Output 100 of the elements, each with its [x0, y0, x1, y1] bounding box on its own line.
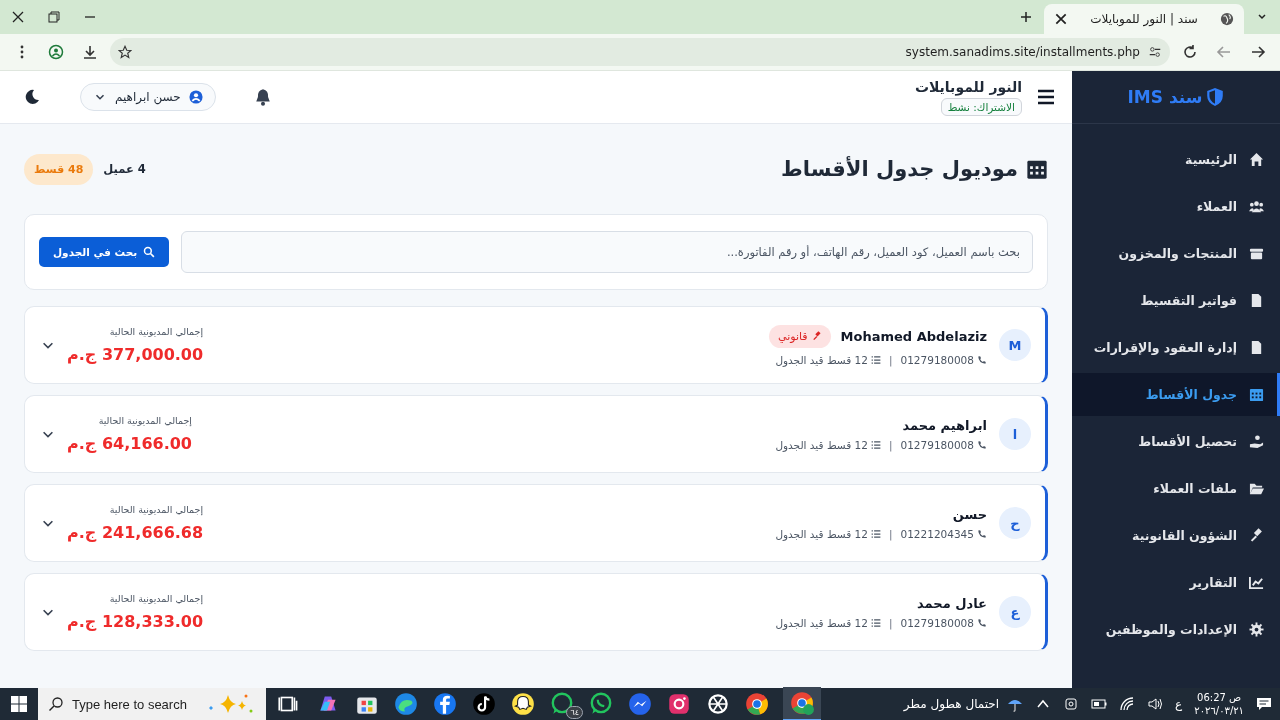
document-icon: [1249, 340, 1264, 355]
avatar: ح: [999, 507, 1031, 539]
user-icon: [188, 90, 203, 104]
sidebar-item[interactable]: الشؤون القانونية: [1072, 514, 1280, 557]
edge-icon[interactable]: [393, 691, 419, 717]
customer-name: عادل محمد: [917, 595, 987, 611]
sidebar-item[interactable]: التقارير: [1072, 561, 1280, 604]
avatar: ع: [999, 596, 1031, 628]
document-icon: [1249, 293, 1264, 308]
messenger-icon[interactable]: [627, 691, 653, 717]
debt-amount: 128,333.00 ج.م: [67, 612, 204, 631]
wifi-icon[interactable]: [1119, 696, 1136, 712]
keyboard-language[interactable]: ع: [1175, 697, 1183, 711]
separator: |: [888, 438, 893, 451]
phone-number: 01279180008: [900, 353, 974, 366]
bell-icon[interactable]: [253, 88, 272, 106]
sidebar-item[interactable]: الإعدادات والموظفين: [1072, 608, 1280, 651]
sidebar-item[interactable]: ملفات العملاء: [1072, 467, 1280, 510]
hand-icon: [1249, 434, 1264, 449]
chat-icon[interactable]: [588, 691, 614, 717]
globe-icon: [1220, 12, 1234, 26]
installment-count: 12 قسط قيد الجدول: [775, 616, 868, 629]
phone-icon: [977, 354, 987, 365]
phone-icon: [977, 617, 987, 628]
camera-icon[interactable]: [1063, 696, 1080, 712]
customers-count: 4 عميل: [103, 162, 146, 176]
sidebar-item[interactable]: الرئيسية: [1072, 138, 1280, 181]
separator: |: [888, 353, 893, 366]
search-button[interactable]: بحث في الجدول: [39, 237, 170, 267]
separator: |: [888, 527, 893, 540]
facebook-icon[interactable]: [432, 691, 458, 717]
sidebar-item[interactable]: فواتير التقسيط: [1072, 279, 1280, 322]
chrome-icon[interactable]: [744, 691, 770, 717]
subscription-status: الاشتراك: نشط: [940, 97, 1022, 116]
note-icon[interactable]: [471, 691, 497, 717]
home-icon: [1249, 152, 1264, 167]
debt-amount: 377,000.00 ج.م: [67, 345, 204, 364]
menu-icon[interactable]: [1036, 88, 1056, 106]
installment-count: 12 قسط قيد الجدول: [775, 527, 868, 540]
debt-label: إجمالي المديونية الحالية: [98, 415, 192, 426]
phone-number: 01279180008: [900, 616, 974, 629]
clock[interactable]: 06:27 ص ٢٠٢٦/٠٣/٢١: [1194, 691, 1244, 717]
users-icon: [1249, 199, 1264, 214]
moon-icon[interactable]: [24, 89, 40, 105]
sidebar-item[interactable]: المنتجات والمخزون: [1072, 232, 1280, 275]
list-icon: [870, 439, 881, 450]
sidebar-item[interactable]: العملاء: [1072, 185, 1280, 228]
avatar: M: [999, 329, 1031, 361]
gavel-icon: [811, 331, 822, 341]
address-bar[interactable]: system.sanadims.site/installments.php: [110, 38, 1170, 66]
separator: |: [888, 616, 893, 629]
notification-badge: ٦٤: [566, 706, 583, 719]
phone-number: 01279180008: [900, 438, 974, 451]
box-icon: [1249, 246, 1264, 261]
gavel-icon: [1249, 528, 1264, 543]
notifications-icon[interactable]: [1256, 696, 1272, 712]
sidebar-item[interactable]: جدول الأقساط: [1072, 373, 1280, 416]
installment-count: 12 قسط قيد الجدول: [775, 353, 868, 366]
weather-text[interactable]: احتمال هطول مطر: [903, 697, 1000, 711]
installments-count: 48 قسط: [24, 153, 94, 185]
avatar: ا: [999, 418, 1031, 450]
chart-icon: [1249, 575, 1264, 590]
customer-name: ابراهيم محمد: [902, 417, 987, 433]
legal-tag: قانوني: [769, 324, 831, 348]
taskbar-search[interactable]: Type here to search: [38, 688, 266, 720]
star-icon[interactable]: [118, 45, 132, 59]
speaker-icon[interactable]: [1147, 696, 1164, 712]
phone-icon: [977, 528, 987, 539]
search-field[interactable]: بحث باسم العميل، كود العميل، رقم الهاتف، أو رقم الفاتورة...: [181, 231, 1033, 273]
customer-name: حسن: [952, 506, 987, 522]
user-menu[interactable]: حسن ابراهيم: [80, 83, 216, 111]
sidebar-item[interactable]: إدارة العقود والإقرارات: [1072, 326, 1280, 369]
camera-icon[interactable]: [666, 691, 692, 717]
search-icon: [48, 696, 64, 712]
shield-icon: [1206, 87, 1225, 107]
list-icon: [870, 528, 881, 539]
ghost-icon[interactable]: [510, 691, 536, 717]
phone-icon: [977, 439, 987, 450]
browser-tab[interactable]: سند | النور للموبايلات: [1044, 4, 1244, 34]
phone-number: 01221204345: [900, 527, 974, 540]
debt-amount: 241,666.68 ج.م: [67, 523, 204, 542]
debt-label: إجمالي المديونية الحالية: [109, 593, 204, 604]
list-icon: [870, 617, 881, 628]
chrome-icon[interactable]: [789, 690, 815, 716]
tune-icon[interactable]: [1148, 45, 1162, 59]
folder-icon: [1249, 481, 1264, 496]
calendar-icon: [1249, 387, 1264, 402]
search-icon: [143, 246, 156, 258]
battery-icon[interactable]: [1091, 696, 1108, 712]
app-logo: سند IMS: [1127, 87, 1203, 107]
close-icon[interactable]: [1054, 12, 1068, 26]
page-title: موديول جدول الأقساط: [780, 157, 1018, 181]
debt-label: إجمالي المديونية الحالية: [109, 504, 204, 515]
calendar-icon: [1026, 158, 1048, 180]
debt-label: إجمالي المديونية الحالية: [109, 326, 204, 337]
debt-amount: 64,166.00 ج.م: [67, 434, 192, 453]
customer-name: Mohamed Abdelaziz: [840, 328, 987, 344]
sidebar-item[interactable]: تحصيل الأقساط: [1072, 420, 1280, 463]
list-icon: [870, 354, 881, 365]
settings-icon: [1249, 622, 1264, 637]
